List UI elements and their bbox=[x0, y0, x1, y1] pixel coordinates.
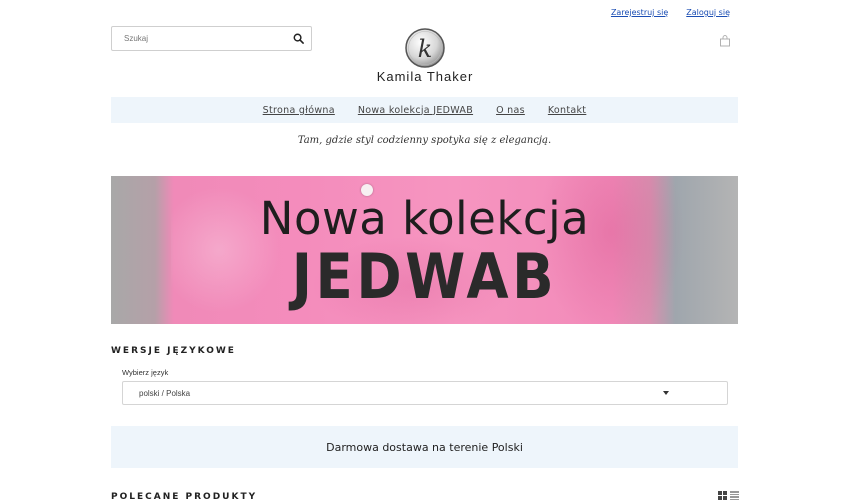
nav-item-about[interactable]: O nas bbox=[496, 105, 525, 116]
search-box bbox=[111, 26, 312, 51]
account-links: Zarejestruj się Zaloguj się bbox=[611, 8, 730, 17]
logo-monogram: k bbox=[404, 27, 446, 69]
language-select-label: Wybierz język bbox=[122, 368, 169, 377]
view-toggle bbox=[718, 491, 739, 500]
register-link[interactable]: Zarejestruj się bbox=[611, 8, 668, 17]
featured-section-title: POLECANE PRODUKTY bbox=[111, 492, 258, 500]
search-input[interactable] bbox=[112, 27, 285, 50]
language-select[interactable]: polski / Polska bbox=[122, 381, 728, 405]
tagline: Tam, gdzie styl codzienny spotyka się z … bbox=[297, 135, 552, 146]
language-select-value: polski / Polska bbox=[139, 388, 191, 398]
list-view-icon[interactable] bbox=[730, 491, 739, 500]
main-nav: Strona główna Nowa kolekcja JEDWAB O nas… bbox=[111, 97, 738, 123]
bag-icon bbox=[720, 35, 730, 47]
svg-text:k: k bbox=[418, 35, 433, 63]
banner-heading: Nowa kolekcja bbox=[259, 192, 590, 245]
cart-button[interactable] bbox=[719, 32, 731, 47]
hero-banner[interactable]: Nowa kolekcja JEDWAB bbox=[111, 176, 738, 324]
language-section-title: WERSJE JĘZYKOWE bbox=[111, 346, 236, 356]
search-button[interactable] bbox=[285, 27, 311, 50]
banner-subheading: JEDWAB bbox=[291, 240, 558, 313]
site-logo[interactable]: k Kamila Thaker bbox=[365, 27, 485, 87]
logo-text: Kamila Thaker bbox=[376, 69, 474, 84]
nav-item-home[interactable]: Strona główna bbox=[263, 105, 335, 116]
nav-item-contact[interactable]: Kontakt bbox=[548, 105, 586, 116]
chevron-down-icon bbox=[663, 391, 669, 395]
shipping-notice: Darmowa dostawa na terenie Polski bbox=[111, 426, 738, 468]
login-link[interactable]: Zaloguj się bbox=[686, 8, 730, 17]
grid-view-icon[interactable] bbox=[718, 491, 727, 500]
search-icon bbox=[293, 33, 304, 44]
shipping-notice-text: Darmowa dostawa na terenie Polski bbox=[326, 440, 523, 454]
nav-item-new-collection[interactable]: Nowa kolekcja JEDWAB bbox=[358, 105, 473, 116]
